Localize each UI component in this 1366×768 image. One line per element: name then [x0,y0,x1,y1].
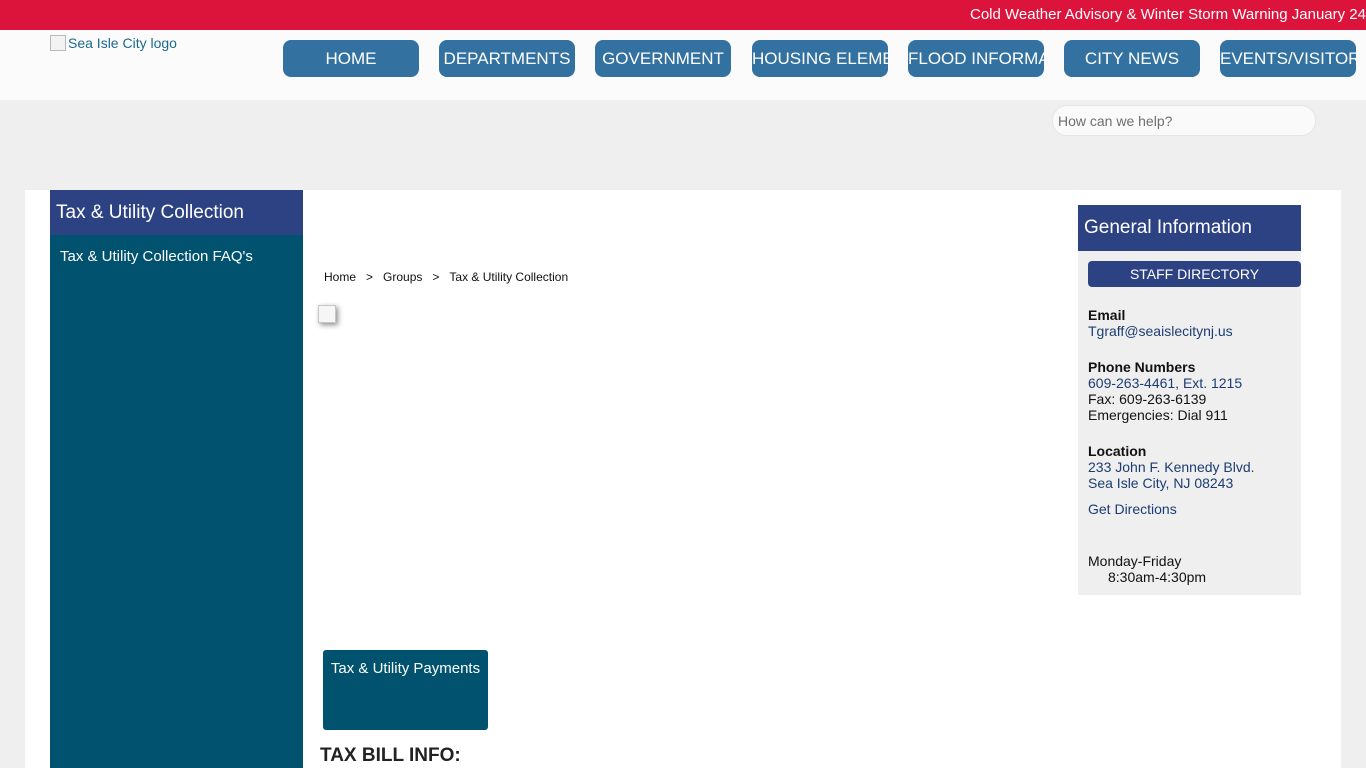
hours-time: 8:30am-4:30pm [1108,569,1207,585]
general-info-title: General Information [1078,205,1301,251]
general-info-box: General Information STAFF DIRECTORY Emai… [1078,205,1301,595]
address-line2[interactable]: Sea Isle City, NJ 08243 [1088,475,1255,491]
address-line1[interactable]: 233 John F. Kennedy Blvd. [1088,459,1255,475]
location-label: Location [1088,443,1147,459]
breadcrumb-current[interactable]: Tax & Utility Collection [449,270,568,284]
email-label: Email [1088,307,1126,323]
nav-home[interactable]: HOME [283,40,419,77]
phone-link[interactable]: 609-263-4461, Ext. 1215 [1088,375,1255,391]
nav-departments[interactable]: DEPARTMENTS [439,40,575,77]
broken-image-icon [50,35,66,51]
breadcrumb-separator: > [432,270,440,284]
tax-bill-heading: TAX BILL INFO: [320,745,461,766]
sidebar: Tax & Utility Collection Tax & Utility C… [50,190,303,768]
nav-flood-information[interactable]: FLOOD INFORMATION [908,40,1044,77]
site-logo[interactable]: Sea Isle City logo [50,35,177,51]
broken-image-icon [318,305,336,323]
nav-housing-element[interactable]: HOUSING ELEMENT [752,40,888,77]
breadcrumb-home[interactable]: Home [324,270,356,284]
breadcrumb: Home > Groups > Tax & Utility Collection [324,270,568,284]
site-header: Sea Isle City logo HOME DEPARTMENTS GOVE… [0,30,1366,100]
emergency-number: Emergencies: Dial 911 [1088,407,1228,423]
logo-alt-text: Sea Isle City logo [68,35,177,51]
phone-label: Phone Numbers [1088,359,1196,375]
fax-number: Fax: 609-263-6139 [1088,391,1207,407]
nav-events-visitor[interactable]: EVENTS/VISITOR [1220,40,1356,77]
staff-directory-button[interactable]: STAFF DIRECTORY [1088,261,1301,287]
alert-text[interactable]: Cold Weather Advisory & Winter Storm War… [970,6,1366,23]
hours-days: Monday-Friday [1088,553,1182,569]
tax-utility-payments-button[interactable]: Tax & Utility Payments [323,650,488,730]
search-input[interactable] [1052,105,1316,136]
breadcrumb-separator: > [366,270,374,284]
general-info-body: Email Tgraff@seaislecitynj.us Phone Numb… [1088,307,1255,585]
email-link[interactable]: Tgraff@seaislecitynj.us [1088,323,1255,339]
sidebar-title: Tax & Utility Collection [50,190,303,235]
nav-city-news[interactable]: CITY NEWS [1064,40,1200,77]
get-directions-link[interactable]: Get Directions [1088,501,1255,517]
alert-bar[interactable]: Cold Weather Advisory & Winter Storm War… [0,0,1366,30]
nav-government[interactable]: GOVERNMENT [595,40,731,77]
breadcrumb-groups[interactable]: Groups [383,270,422,284]
sidebar-item-faq[interactable]: Tax & Utility Collection FAQ's [50,235,303,278]
